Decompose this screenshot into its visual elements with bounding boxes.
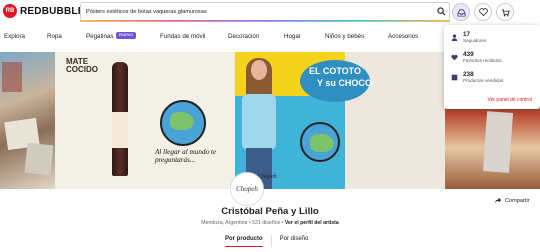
artist-profile-link[interactable]: Ver el perfil del artista — [285, 220, 339, 226]
artist-designs: 521 diseños — [252, 220, 281, 226]
artist-meta: Mendoza, Argentina • 521 diseños • Ver e… — [0, 220, 540, 226]
heart-icon — [450, 53, 458, 61]
globe-illustration-2 — [300, 122, 340, 162]
product-tabs: Por producto Por diseño — [225, 235, 309, 247]
banner-headline-1: EL COTOTO — [309, 66, 362, 76]
share-icon — [494, 197, 502, 204]
banner-headline-2: Y su CHOCO — [317, 78, 372, 88]
favorites-count: 439 — [463, 51, 474, 58]
sold-count: 238 — [463, 71, 474, 78]
stat-favorites[interactable]: 439 Favoritos recibidos — [450, 51, 502, 63]
nav-item-explora[interactable]: Explora — [4, 33, 25, 40]
banner-collage-left — [0, 52, 55, 189]
share-label: Compartir — [505, 197, 530, 204]
stat-followers[interactable]: 17 Seguidores — [450, 31, 486, 43]
banner-caption: Al llegar al mundo te preguntarás... — [155, 148, 217, 165]
followers-label: Seguidores — [463, 38, 487, 44]
stat-sold[interactable]: 238 Productos vendidos — [450, 71, 503, 83]
favorites-label: Favoritos recibidos — [463, 58, 502, 64]
store-icon — [450, 73, 458, 81]
cart-icon[interactable] — [496, 3, 514, 21]
nav-item-pegatinas[interactable]: Pegatinas — [86, 33, 114, 40]
logo-text: REDBUBBLE — [20, 5, 85, 17]
search-input[interactable]: Pósters estéticos de botas vaqueras glam… — [80, 2, 450, 21]
nav-item-ninos[interactable]: Niños y bebés — [325, 33, 364, 40]
nav-item-fundas[interactable]: Fundas de móvil — [160, 33, 205, 40]
nav-item-hogar[interactable]: Hogar — [284, 33, 301, 40]
tab-divider — [270, 235, 272, 247]
wine-label — [112, 112, 128, 148]
model-photo — [238, 58, 280, 189]
avatar-text: Chopeh — [236, 185, 258, 193]
banner-mate-text: MATE COCIDO — [66, 57, 98, 74]
dashboard-link[interactable]: Ver panel de control — [488, 97, 532, 103]
globe-illustration — [160, 100, 206, 146]
avatar: Chopeh — [230, 172, 264, 206]
nav-item-accesorios[interactable]: Accesorios — [388, 33, 418, 40]
search-query: Pósters estéticos de botas vaqueras glam… — [86, 8, 207, 15]
artist-location: Mendoza, Argentina — [201, 220, 248, 226]
logo-mark: RB — [3, 4, 17, 18]
followers-count: 17 — [463, 31, 471, 38]
heart-icon[interactable] — [474, 3, 492, 21]
nav-item-ropa[interactable]: Ropa — [47, 33, 62, 40]
nav-item-decoracion[interactable]: Decoración — [228, 33, 259, 40]
tab-por-diseno[interactable]: Por diseño — [280, 236, 309, 247]
top-header: RB REDBUBBLE Pósters estéticos de botas … — [0, 0, 540, 25]
new-badge: Nuevo — [116, 32, 136, 39]
artist-name: Cristóbal Peña y Lillo — [221, 206, 319, 217]
tab-por-producto[interactable]: Por producto — [225, 236, 263, 247]
person-icon — [450, 33, 458, 41]
redbubble-logo[interactable]: RB REDBUBBLE — [3, 4, 85, 18]
search-icon[interactable] — [433, 3, 449, 20]
search-underline — [80, 20, 450, 22]
profile-stats-popover: 17 Seguidores 439 Favoritos recibidos 23… — [444, 25, 540, 109]
share-button[interactable]: Compartir — [494, 197, 530, 204]
sold-label: Productos vendidos — [463, 78, 504, 84]
inbox-icon[interactable] — [452, 3, 470, 21]
